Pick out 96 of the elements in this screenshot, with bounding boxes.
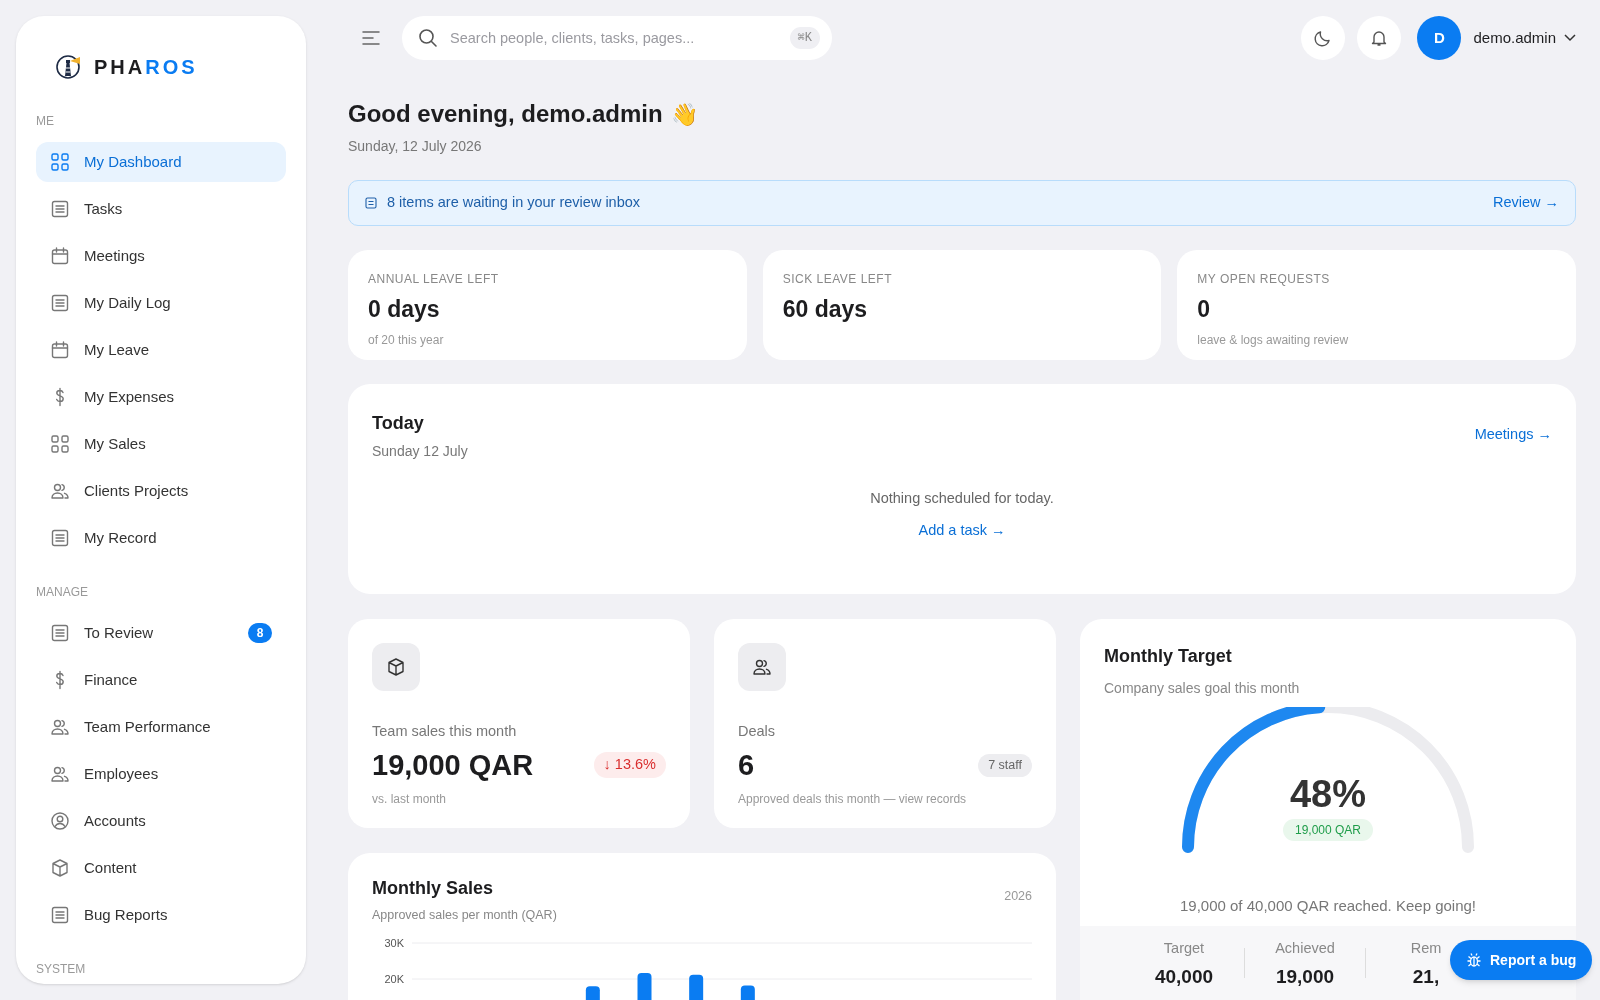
cube-icon: [386, 657, 406, 677]
bell-icon: [1370, 29, 1389, 47]
sidebar-item[interactable]: Employees: [36, 754, 286, 794]
card-title: Today: [372, 412, 425, 435]
sidebar-item[interactable]: My Sales: [36, 424, 286, 464]
banner-text: 8 items are waiting in your review inbox: [387, 193, 641, 213]
figure-label: Rem: [1410, 938, 1442, 958]
stat-value: 0 days: [368, 295, 441, 324]
sidebar-item[interactable]: My Record: [36, 518, 286, 558]
grid-icon: [50, 434, 70, 454]
search-icon: [418, 28, 438, 48]
sidebar-item[interactable]: To Review 8: [36, 613, 286, 653]
sidebar-item[interactable]: Finance: [36, 660, 286, 700]
cube-icon: [50, 858, 70, 878]
progress-message: 19,000 of 40,000 QAR reached. Keep going!: [1178, 896, 1478, 916]
list-icon: [365, 197, 377, 209]
notifications-button[interactable]: [1357, 16, 1402, 60]
sidebar-item[interactable]: Meetings: [36, 236, 286, 276]
percent-value: 48%: [1289, 775, 1367, 813]
document-icon: [50, 293, 70, 313]
kpi-value: 6: [738, 750, 755, 780]
lighthouse-logo-icon: [56, 54, 82, 80]
user-circle-icon: [50, 811, 70, 831]
sidebar-item[interactable]: Content: [36, 848, 286, 888]
section-heading: ME: [36, 113, 55, 130]
sidebar-item[interactable]: Accounts: [36, 801, 286, 841]
kpi-value: 19,000 QAR: [372, 750, 534, 780]
greeting-title: Good evening, demo.admin: [348, 99, 663, 129]
figure-value: 21,: [1412, 965, 1440, 990]
amount-tag: 19,000 QAR: [1282, 819, 1373, 841]
figure-value: 19,000: [1275, 965, 1335, 990]
figure-label: Target: [1163, 938, 1205, 958]
kpi-label: Deals: [738, 722, 777, 741]
bar: [585, 985, 600, 1000]
axis-label: 20K: [384, 972, 404, 985]
dark-mode-button[interactable]: [1301, 16, 1346, 60]
add-task-link[interactable]: Add a task →: [918, 519, 1006, 542]
chevron-down-icon: [1564, 34, 1576, 42]
document-icon: [50, 528, 70, 548]
empty-message: Nothing scheduled for today.: [870, 489, 1054, 508]
sidebar-item[interactable]: My Daily Log: [36, 283, 286, 323]
people-icon: [50, 764, 70, 784]
card-subtitle: Company sales goal this month: [1104, 679, 1301, 698]
meetings-link[interactable]: Meetings →: [1474, 424, 1552, 462]
stat-value: 0: [1197, 295, 1212, 324]
card-title: Monthly Target: [1104, 645, 1233, 668]
document-icon: [50, 905, 70, 925]
menu-icon: [362, 31, 380, 45]
waving-hand-icon: 👋: [670, 97, 698, 131]
review-link[interactable]: Review →: [1492, 192, 1559, 214]
sidebar-item[interactable]: Team Performance: [36, 707, 286, 747]
document-icon: [50, 199, 70, 219]
axis-label: 30K: [384, 936, 404, 949]
kpi-note: Approved deals this month — view records: [738, 790, 968, 808]
calendar-icon: [50, 340, 70, 360]
people-icon: [50, 717, 70, 737]
people-icon: [752, 657, 772, 677]
kpi-note: vs. last month: [372, 790, 448, 808]
calendar-icon: [50, 246, 70, 266]
avatar[interactable]: D: [1417, 16, 1462, 60]
card-subtitle: Sunday 12 July: [372, 442, 468, 461]
sidebar-item[interactable]: My Expenses: [36, 377, 286, 417]
year-label: 2026: [1004, 888, 1032, 905]
bar: [637, 972, 652, 1000]
grid-icon: [50, 152, 70, 172]
sidebar-item[interactable]: Tasks: [36, 189, 286, 229]
bug-icon: [1466, 952, 1482, 968]
moon-icon: [1314, 29, 1333, 47]
card-subtitle: Approved sales per month (QAR): [372, 907, 557, 924]
stat-note: leave & logs awaiting review: [1197, 331, 1350, 349]
document-icon: [50, 623, 70, 643]
brand-name: PHAROS: [94, 55, 198, 80]
section-heading: SYSTEM: [36, 961, 87, 978]
stat-label: MY OPEN REQUESTS: [1197, 271, 1331, 288]
change-tag: ↓ 13.6%: [593, 752, 666, 779]
people-icon: [50, 481, 70, 501]
bar: [689, 974, 704, 1000]
figure-value: 40,000: [1154, 965, 1214, 990]
count-tag: 7 staff: [978, 753, 1032, 777]
sidebar-item[interactable]: My Dashboard: [36, 142, 286, 182]
card-title: Monthly Sales: [372, 877, 495, 900]
sidebar-item[interactable]: My Leave: [36, 330, 286, 370]
stat-label: ANNUAL LEAVE LEFT: [368, 271, 500, 288]
report-bug-button[interactable]: Report a bug: [1450, 940, 1593, 980]
bar: [740, 985, 755, 1000]
stat-value: 60 days: [782, 295, 869, 324]
date-text: Sunday, 12 July 2026: [348, 137, 483, 156]
sidebar-item[interactable]: Bug Reports: [36, 895, 286, 935]
user-menu[interactable]: demo.admin: [1473, 26, 1576, 50]
count-badge: 8: [248, 623, 272, 643]
stat-label: SICK LEAVE LEFT: [782, 271, 893, 288]
kpi-label: Team sales this month: [372, 722, 518, 741]
sidebar-item[interactable]: Clients Projects: [36, 471, 286, 511]
stat-note: of 20 this year: [368, 331, 445, 349]
figure-label: Achieved: [1275, 938, 1335, 958]
section-heading: MANAGE: [36, 584, 89, 601]
